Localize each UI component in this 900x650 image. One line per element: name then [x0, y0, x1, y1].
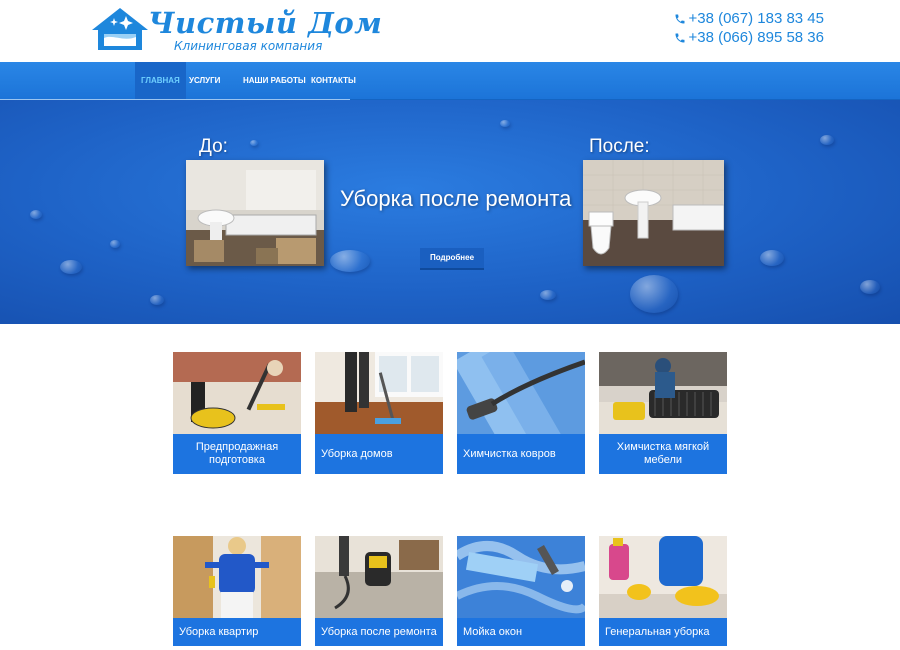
after-photo — [583, 160, 724, 266]
nav-item-our-works[interactable]: Наши работы — [243, 62, 306, 99]
service-image — [173, 352, 301, 434]
water-drop — [330, 250, 370, 272]
phone-icon — [675, 14, 685, 23]
service-card-upholstery-cleaning[interactable]: Химчистка мягкой мебели — [599, 352, 727, 474]
service-card-post-renovation[interactable]: Уборка после ремонта — [315, 536, 443, 646]
water-drop — [60, 260, 82, 274]
service-image — [315, 536, 443, 618]
phone-number: +38 (066) 895 58 36 — [688, 29, 824, 46]
logo[interactable]: Чистый Дом Клининговая компания — [90, 4, 382, 56]
water-drop — [540, 290, 556, 300]
phone-item[interactable]: +38 (066) 895 58 36 — [674, 28, 824, 47]
service-caption: Уборка квартир — [173, 618, 301, 646]
water-drop — [760, 250, 784, 266]
house-logo-icon — [92, 8, 148, 50]
nav-item-contacts[interactable]: Контакты — [311, 62, 356, 99]
before-label: До: — [199, 136, 228, 157]
service-image — [457, 352, 585, 434]
service-caption: Генеральная уборка — [599, 618, 727, 646]
service-image — [315, 352, 443, 434]
service-card-window-cleaning[interactable]: Мойка окон — [457, 536, 585, 646]
service-caption: Предпродажная подготовка — [173, 434, 301, 474]
service-image — [599, 352, 727, 434]
service-caption: Химчистка ковров — [457, 434, 585, 474]
phone-icon — [675, 33, 685, 42]
service-image — [457, 536, 585, 618]
hero-slider: До: После: Уборка после ремонта Подробне… — [0, 100, 900, 324]
service-card-house-cleaning[interactable]: Уборка домов — [315, 352, 443, 474]
water-drop — [150, 295, 164, 305]
after-label: После: — [589, 136, 650, 157]
service-caption: Химчистка мягкой мебели — [599, 434, 727, 474]
water-drop — [30, 210, 42, 219]
phone-list: +38 (067) 183 83 45 +38 (066) 895 58 36 — [674, 9, 824, 47]
water-drop — [110, 240, 120, 248]
more-button[interactable]: Подробнее — [420, 248, 484, 270]
service-image — [599, 536, 727, 618]
service-card-presale[interactable]: Предпродажная подготовка — [173, 352, 301, 474]
before-photo — [186, 160, 324, 266]
nav-item-home[interactable]: Главная — [135, 62, 186, 99]
water-drop — [860, 280, 880, 294]
service-image — [173, 536, 301, 618]
nav-item-services[interactable]: Услуги — [189, 62, 220, 99]
phone-item[interactable]: +38 (067) 183 83 45 — [674, 9, 824, 28]
slide-title: Уборка после ремонта — [340, 186, 572, 211]
logo-title: Чистый Дом — [148, 6, 383, 40]
water-drop — [250, 140, 258, 146]
service-card-general-cleaning[interactable]: Генеральная уборка — [599, 536, 727, 646]
service-caption: Уборка домов — [315, 434, 443, 474]
water-drop — [500, 120, 510, 127]
main-nav: Главная Услуги Наши работы Контакты — [0, 62, 900, 100]
service-caption: Мойка окон — [457, 618, 585, 646]
service-card-carpet-cleaning[interactable]: Химчистка ковров — [457, 352, 585, 474]
water-drop — [820, 135, 834, 145]
phone-number: +38 (067) 183 83 45 — [688, 10, 824, 27]
water-drop — [630, 275, 678, 313]
service-card-apartment-cleaning[interactable]: Уборка квартир — [173, 536, 301, 646]
logo-subtitle: Клининговая компания — [174, 39, 323, 53]
service-caption: Уборка после ремонта — [315, 618, 443, 646]
site-header: Чистый Дом Клининговая компания +38 (067… — [0, 0, 900, 62]
